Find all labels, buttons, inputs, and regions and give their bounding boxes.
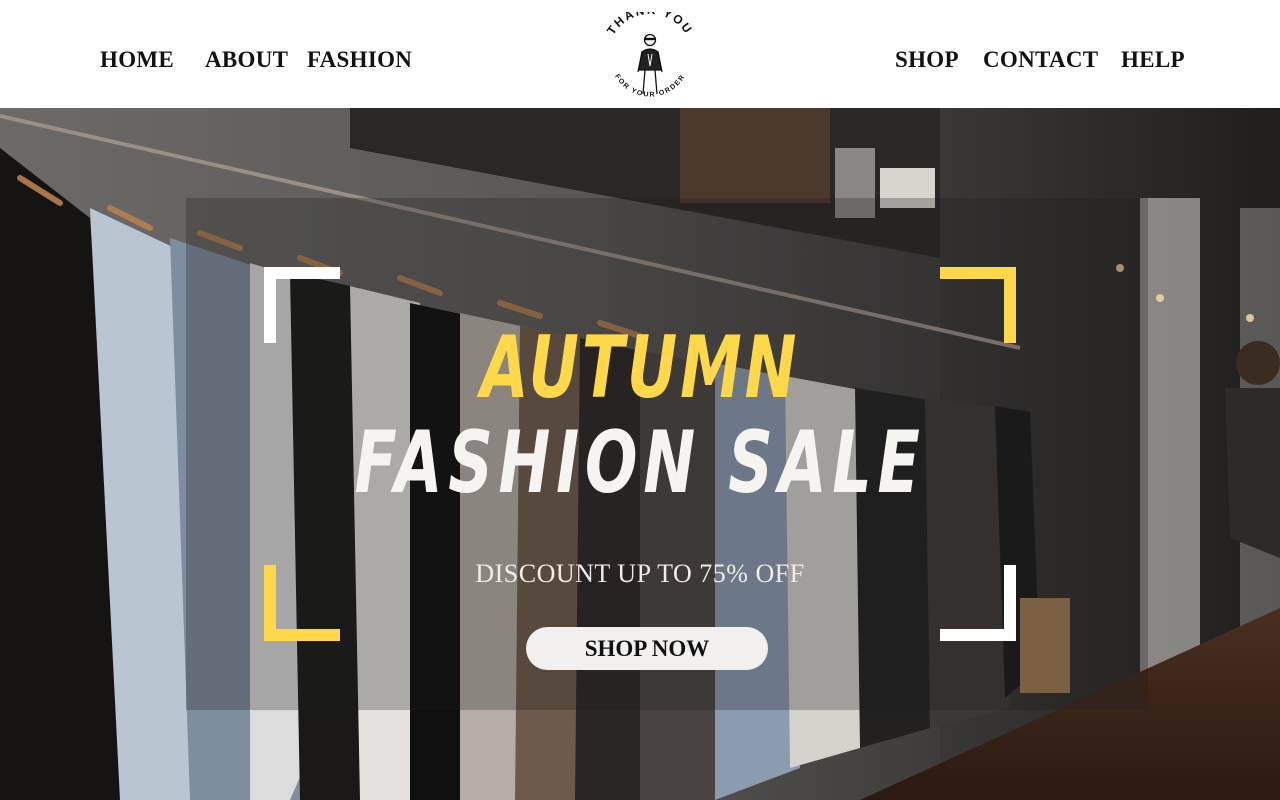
- nav-fashion-link[interactable]: FASHION: [307, 45, 412, 75]
- shop-now-button[interactable]: SHOP NOW: [526, 627, 768, 670]
- frame-corner-bottom-right: [940, 565, 1016, 641]
- headline-fashion-sale: FASHION SALE: [354, 413, 926, 513]
- logo-text-top: THANK YOU: [604, 12, 694, 37]
- nav-help-link[interactable]: HELP: [1121, 45, 1185, 75]
- nav-shop-link[interactable]: SHOP: [895, 45, 959, 75]
- frame-corner-bottom-left: [264, 565, 340, 641]
- frame-corner-top-right: [940, 267, 1016, 343]
- discount-text: DISCOUNT UP TO 75% OFF: [475, 559, 805, 588]
- svg-text:FOR YOUR ORDER: FOR YOUR ORDER: [613, 73, 687, 99]
- logo-text-bottom: FOR YOUR ORDER: [613, 73, 685, 99]
- brand-logo[interactable]: THANK YOU FOR YOUR ORDER: [598, 12, 702, 106]
- nav-contact-link[interactable]: CONTACT: [983, 45, 1098, 75]
- frame-corner-top-left: [264, 267, 340, 343]
- site-header: HOME ABOUT FASHION THANK YOU FOR YOUR OR…: [0, 0, 1280, 108]
- headline-autumn: AUTUMN: [480, 318, 800, 418]
- thank-you-badge-icon: THANK YOU FOR YOUR ORDER: [604, 12, 696, 99]
- nav-home-link[interactable]: HOME: [100, 45, 174, 75]
- svg-text:THANK YOU: THANK YOU: [604, 12, 696, 37]
- nav-about-link[interactable]: ABOUT: [205, 45, 288, 75]
- hero-banner: AUTUMN FASHION SALE DISCOUNT UP TO 75% O…: [0, 108, 1280, 800]
